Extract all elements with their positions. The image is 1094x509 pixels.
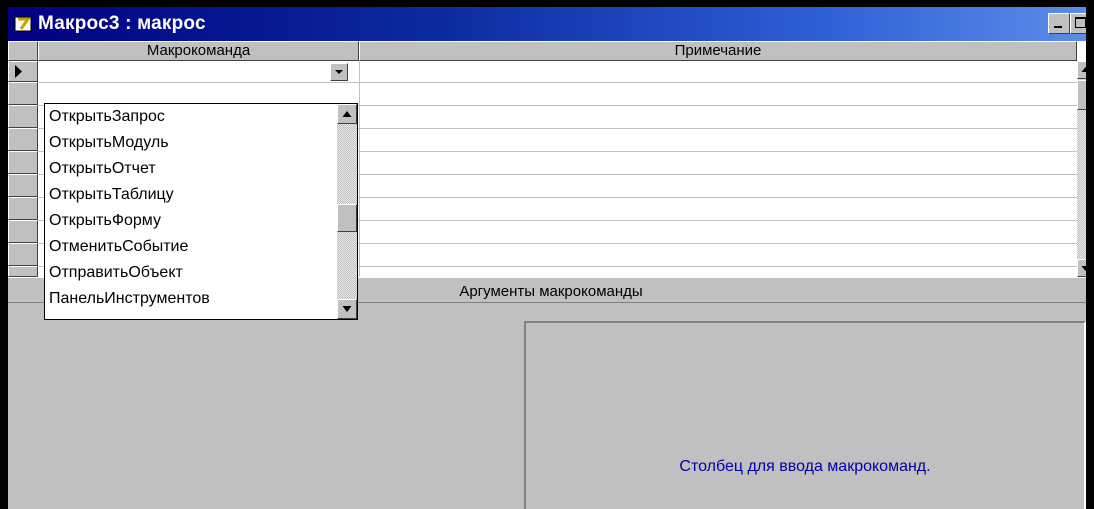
minimize-button[interactable] bbox=[1048, 13, 1070, 34]
window-edge bbox=[1086, 0, 1094, 509]
current-row-arrow-icon bbox=[15, 65, 22, 78]
row-divider bbox=[38, 82, 1077, 83]
dropdown-item[interactable]: ОткрытьОтчет bbox=[49, 157, 156, 181]
dropdown-scroll-up-button[interactable] bbox=[337, 104, 357, 124]
dropdown-item[interactable]: ОтменитьСобытие bbox=[49, 235, 188, 259]
note-cell-current[interactable] bbox=[362, 62, 1072, 81]
dropdown-scrollbar[interactable] bbox=[337, 104, 357, 319]
row-selector[interactable] bbox=[8, 105, 38, 128]
arguments-pane: Столбец для ввода макрокоманд. bbox=[8, 303, 1094, 509]
macro-window: Макрос3 : макрос Макрокоманда Примечание bbox=[8, 7, 1094, 509]
help-text: Столбец для ввода макрокоманд. bbox=[679, 458, 931, 475]
row-selector[interactable] bbox=[8, 128, 38, 151]
row-selector[interactable] bbox=[8, 197, 38, 220]
macro-icon bbox=[14, 16, 32, 32]
row-selector[interactable] bbox=[8, 243, 38, 266]
column-header-note[interactable]: Примечание bbox=[359, 41, 1077, 61]
dropdown-item[interactable]: ОткрытьФорму bbox=[49, 209, 161, 233]
chevron-down-icon bbox=[335, 70, 343, 74]
scroll-up-arrow-icon bbox=[342, 111, 352, 117]
row-selector[interactable] bbox=[8, 174, 38, 197]
help-panel: Столбец для ввода макрокоманд. bbox=[524, 321, 1086, 509]
dropdown-scroll-thumb[interactable] bbox=[337, 204, 357, 232]
scroll-down-arrow-icon bbox=[342, 306, 352, 312]
action-cell-current[interactable] bbox=[40, 62, 329, 81]
dropdown-item[interactable]: ОтправитьОбъект bbox=[49, 261, 183, 285]
dropdown-scroll-down-button[interactable] bbox=[337, 299, 357, 319]
dropdown-item[interactable]: ОткрытьМодуль bbox=[49, 131, 169, 155]
row-selector-current[interactable] bbox=[8, 61, 38, 82]
row-selector[interactable] bbox=[8, 82, 38, 105]
dropdown-item[interactable]: ОткрытьТаблицу bbox=[49, 183, 174, 207]
grid-corner bbox=[8, 41, 38, 61]
action-dropdown-list[interactable]: ОткрытьЗапрос ОткрытьМодуль ОткрытьОтчет… bbox=[44, 103, 358, 320]
row-selector[interactable] bbox=[8, 220, 38, 243]
dropdown-item[interactable]: ОткрытьЗапрос bbox=[49, 105, 165, 129]
column-header-action[interactable]: Макрокоманда bbox=[38, 41, 359, 61]
row-selector[interactable] bbox=[8, 151, 38, 174]
minimize-icon bbox=[1054, 26, 1062, 28]
action-combo-dropdown-button[interactable] bbox=[330, 63, 348, 81]
title-bar[interactable]: Макрос3 : макрос bbox=[8, 7, 1094, 41]
column-divider bbox=[359, 61, 360, 277]
row-selector[interactable] bbox=[8, 266, 38, 277]
dropdown-item[interactable]: ПанельИнструментов bbox=[49, 287, 210, 311]
window-title: Макрос3 : макрос bbox=[38, 13, 206, 34]
